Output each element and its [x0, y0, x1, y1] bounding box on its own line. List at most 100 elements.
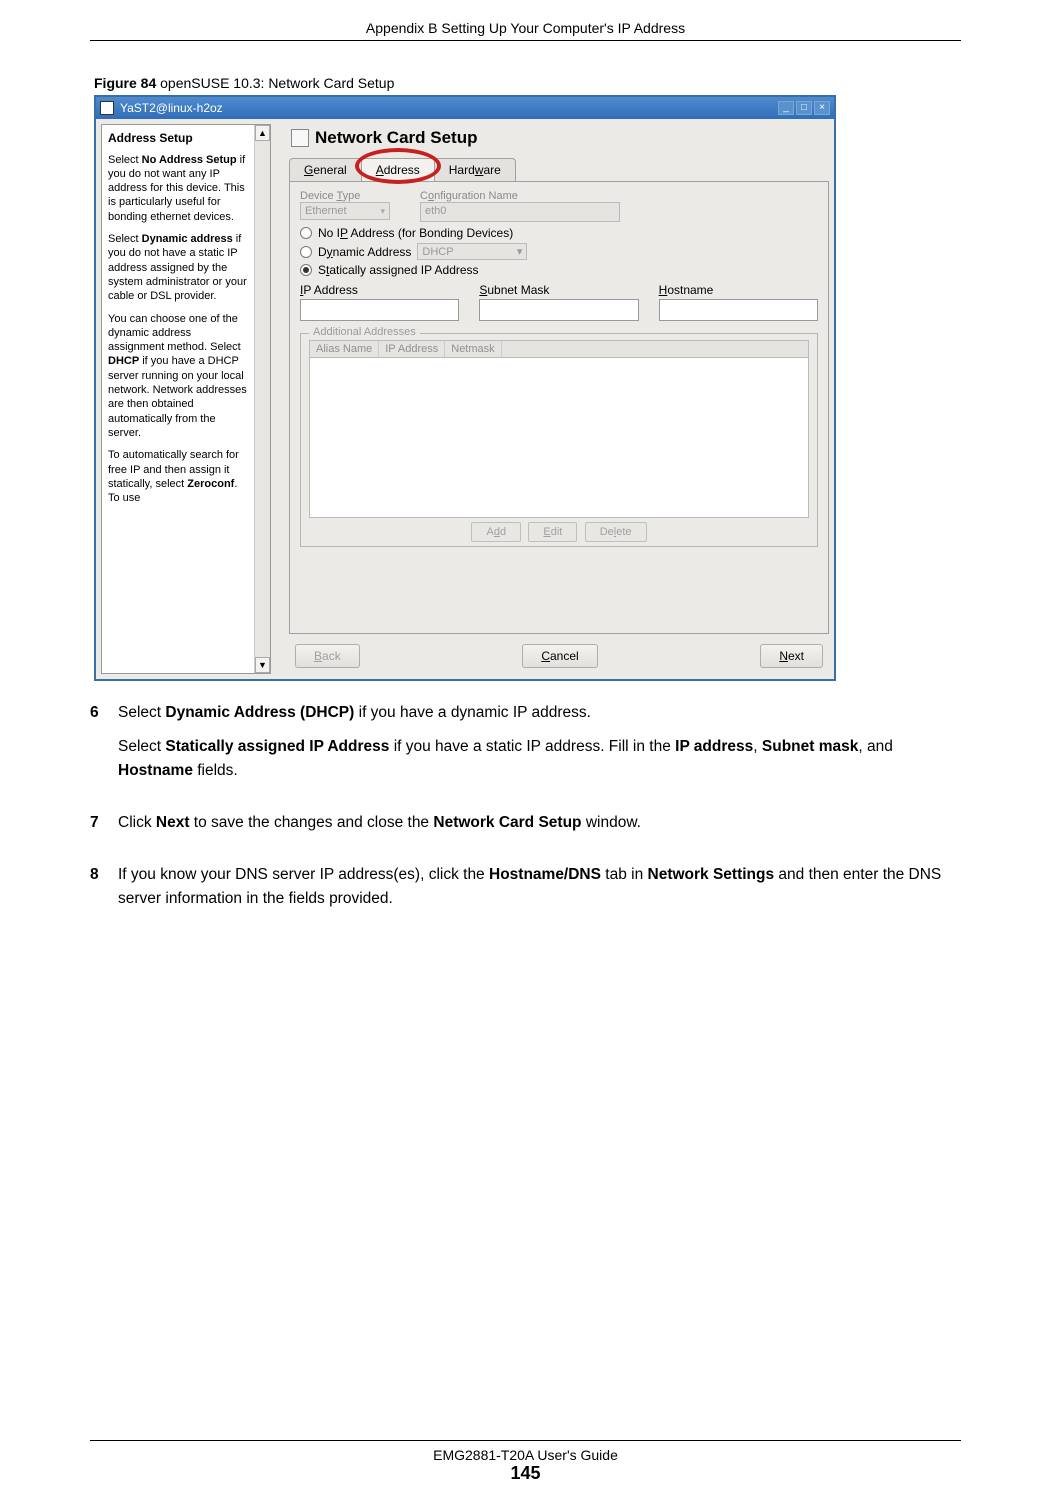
device-type-label: Device TypeDevice Type — [300, 190, 390, 202]
ip-address-label: IP AddressIP Address — [300, 283, 459, 297]
panel-title-row: Network Card Setup — [289, 124, 829, 158]
maximize-button[interactable]: □ — [796, 101, 812, 115]
step-text: Click — [118, 814, 156, 831]
help-scrollbar[interactable]: ▲ ▼ — [254, 125, 270, 673]
dynamic-type-select: DHCP ▾ — [417, 243, 527, 260]
col-alias: Alias Name — [310, 341, 379, 357]
help-text: Select — [108, 154, 142, 166]
help-heading: Address Setup — [108, 131, 248, 147]
step-text: If you know your DNS server IP address(e… — [118, 866, 489, 883]
help-content: Address Setup Select No Address Setup if… — [102, 125, 254, 673]
radio-icon — [300, 227, 312, 239]
panel-icon — [291, 129, 309, 147]
doc-header: Appendix B Setting Up Your Computer's IP… — [90, 20, 961, 41]
instruction-steps: 6 Select Dynamic Address (DHCP) if you h… — [90, 701, 961, 921]
figure-caption: Figure 84 openSUSE 10.3: Network Card Se… — [94, 75, 961, 91]
hostname-label: HostnameHostname — [659, 283, 818, 297]
minimize-button[interactable]: _ — [778, 101, 794, 115]
device-type-select: Ethernet ▾ — [300, 202, 390, 220]
cancel-button[interactable]: CancelCancel — [522, 644, 597, 668]
dynamic-type-value: DHCP — [422, 246, 453, 258]
screenshot-window: YaST2@linux-h2oz _ □ × Address Setup Sel… — [94, 95, 836, 681]
step-number: 8 — [90, 863, 118, 921]
panel-title: Network Card Setup — [315, 128, 477, 148]
add-button[interactable]: AddAdd — [471, 522, 521, 542]
addr-table-body — [309, 358, 809, 518]
help-bold: DHCP — [108, 355, 139, 367]
chevron-down-icon: ▾ — [517, 245, 523, 258]
step-text: Select — [118, 704, 165, 721]
step-6: 6 Select Dynamic Address (DHCP) if you h… — [90, 701, 961, 793]
col-ip: IP Address — [379, 341, 445, 357]
step-8: 8 If you know your DNS server IP address… — [90, 863, 961, 921]
config-name-label: Configuration NameConfiguration Name — [420, 190, 620, 202]
step-text: window. — [582, 814, 641, 831]
step-text: if you have a dynamic IP address. — [354, 704, 591, 721]
step-bold: Network Card Setup — [433, 814, 581, 831]
radio-icon — [300, 246, 312, 258]
step-bold: IP address — [675, 738, 753, 755]
addr-table-header: Alias Name IP Address Netmask — [309, 340, 809, 358]
tab-general[interactable]: GGeneraleneral — [289, 158, 362, 181]
step-text: , — [753, 738, 762, 755]
step-7: 7 Click Next to save the changes and clo… — [90, 811, 961, 845]
config-name-input: eth0 — [420, 202, 620, 222]
tab-content: Device TypeDevice Type Ethernet ▾ Config… — [289, 181, 829, 634]
radio-static[interactable]: Statically assigned IP AddressStatically… — [300, 263, 818, 277]
step-bold: Dynamic Address (DHCP) — [165, 704, 354, 721]
radio-dynamic[interactable]: Dynamic AddressDynamic Address DHCP ▾ — [300, 243, 818, 260]
help-bold: No Address Setup — [142, 154, 237, 166]
step-bold: Next — [156, 814, 190, 831]
step-bold: Subnet mask — [762, 738, 858, 755]
help-text: You can choose one of the dynamic addres… — [108, 313, 241, 354]
radio-icon-checked — [300, 264, 312, 276]
help-bold: Dynamic address — [142, 233, 233, 245]
scroll-up-button[interactable]: ▲ — [255, 125, 270, 141]
delete-button[interactable]: DeleteDelete — [585, 522, 647, 542]
edit-button[interactable]: EditEdit — [528, 522, 577, 542]
device-type-value: Ethernet — [305, 205, 347, 217]
tab-row: GGeneraleneral AAddressddress HardwareHa… — [289, 158, 829, 181]
col-netmask: Netmask — [445, 341, 501, 357]
step-number: 6 — [90, 701, 118, 793]
page-footer: EMG2881-T20A User's Guide 145 — [0, 1440, 1051, 1484]
step-number: 7 — [90, 811, 118, 845]
wizard-button-row: BackBack CancelCancel NextNext — [289, 634, 829, 674]
scroll-down-button[interactable]: ▼ — [255, 657, 270, 673]
step-text: Select — [118, 738, 165, 755]
chevron-down-icon: ▾ — [380, 206, 385, 217]
additional-addresses-legend: Additional Addresses — [309, 326, 420, 338]
app-icon — [100, 101, 114, 115]
radio-no-ip[interactable]: No IP Address (for Bonding Devices)No IP… — [300, 226, 818, 240]
subnet-mask-label: Subnet MaskSubnet Mask — [479, 283, 638, 297]
help-bold: Zeroconf — [187, 478, 234, 490]
figure-number: Figure 84 — [94, 75, 156, 91]
tab-hardware[interactable]: HardwareHardware — [434, 158, 516, 181]
step-text: to save the changes and close the — [190, 814, 434, 831]
pane-sash[interactable] — [276, 124, 284, 674]
step-bold: Statically assigned IP Address — [165, 738, 389, 755]
footer-page-number: 145 — [0, 1463, 1051, 1484]
step-text: fields. — [193, 762, 238, 779]
footer-guide-name: EMG2881-T20A User's Guide — [0, 1447, 1051, 1463]
hostname-input[interactable] — [659, 299, 818, 321]
close-button[interactable]: × — [814, 101, 830, 115]
tab-address[interactable]: AAddressddress — [361, 158, 435, 181]
step-bold: Network Settings — [648, 866, 775, 883]
figure-title: openSUSE 10.3: Network Card Setup — [156, 75, 394, 91]
subnet-mask-input[interactable] — [479, 299, 638, 321]
radio-dynamic-label: Dynamic AddressDynamic Address — [318, 245, 411, 259]
next-button[interactable]: NextNext — [760, 644, 823, 668]
step-text: , and — [858, 738, 892, 755]
additional-addresses-group: Additional Addresses Alias Name IP Addre… — [300, 333, 818, 547]
step-text: tab in — [601, 866, 648, 883]
window-title: YaST2@linux-h2oz — [120, 101, 776, 115]
back-button: BackBack — [295, 644, 360, 668]
step-text: if you have a static IP address. Fill in… — [389, 738, 675, 755]
window-titlebar: YaST2@linux-h2oz _ □ × — [96, 97, 834, 119]
radio-no-ip-label: No IP Address (for Bonding Devices)No IP… — [318, 226, 513, 240]
ip-address-input[interactable] — [300, 299, 459, 321]
radio-static-label: Statically assigned IP AddressStatically… — [318, 263, 479, 277]
help-pane: Address Setup Select No Address Setup if… — [101, 124, 271, 674]
help-text: Select — [108, 233, 142, 245]
